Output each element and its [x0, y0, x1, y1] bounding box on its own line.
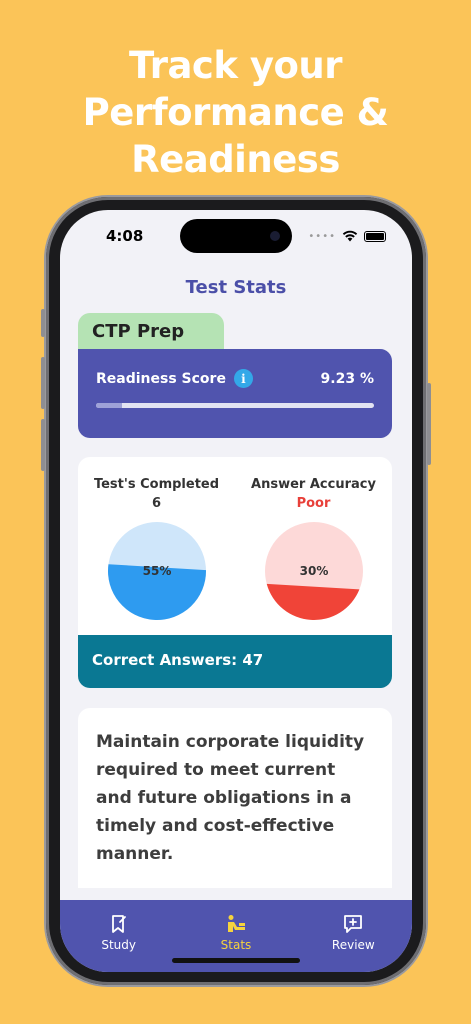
- volume-down-button: [41, 419, 45, 471]
- tab-study-label: Study: [101, 938, 136, 952]
- readiness-card: Readiness Score i 9.23 %: [78, 349, 392, 438]
- tab-study[interactable]: Study: [60, 914, 177, 972]
- tab-review[interactable]: Review: [295, 914, 412, 972]
- accuracy-pie-slice: [266, 583, 360, 620]
- bookmark-icon: [111, 915, 126, 933]
- silent-switch: [41, 309, 45, 337]
- page-title: Test Stats: [185, 277, 287, 298]
- answer-accuracy-section: Answer Accuracy Poor: [235, 477, 392, 511]
- tests-completed-pie: 55%: [107, 522, 206, 621]
- prep-label: CTP Prep: [78, 313, 224, 353]
- readiness-value: 9.23 %: [320, 370, 374, 387]
- readiness-progress-fill: [96, 403, 122, 408]
- stats-person-icon: [227, 915, 245, 932]
- readiness-label-group: Readiness Score i: [96, 369, 253, 388]
- battery-icon: [364, 230, 386, 242]
- tests-completed-value: 6: [151, 496, 162, 511]
- correct-answers-bar: Correct Answers: 47: [78, 635, 392, 688]
- tab-review-label: Review: [331, 938, 375, 952]
- readiness-label: Readiness Score: [96, 370, 226, 387]
- home-indicator: [172, 958, 300, 963]
- description-card: Maintain corporate liquidity required to…: [78, 708, 392, 888]
- status-time: 4:08: [106, 227, 144, 245]
- tests-pie-label: 55%: [143, 564, 172, 578]
- answer-accuracy-rating: Poor: [296, 496, 331, 511]
- wifi-icon: [342, 230, 358, 242]
- headline: Track your Performance & Readiness: [0, 42, 471, 183]
- tests-completed-title: Test's Completed: [93, 477, 220, 492]
- signal-dots-icon: ••••: [308, 230, 336, 242]
- info-icon[interactable]: i: [233, 369, 253, 388]
- headline-line-2: Performance &: [82, 91, 389, 134]
- readiness-progress-bar: [96, 403, 374, 408]
- dynamic-island: [180, 219, 292, 253]
- answer-accuracy-title: Answer Accuracy: [251, 477, 376, 492]
- accuracy-pie-label: 30%: [300, 564, 329, 578]
- volume-up-button: [41, 357, 45, 409]
- stats-card: Test's Completed 6 Answer Accuracy Poor …: [78, 457, 392, 688]
- answer-accuracy-pie: 30%: [265, 522, 363, 620]
- review-icon: [344, 915, 363, 933]
- headline-line-1: Track your: [129, 44, 342, 87]
- tab-stats[interactable]: Stats: [177, 914, 294, 972]
- app-screen: 4:08 •••• Test Stats CTP Prep Readiness …: [60, 210, 412, 972]
- status-icons: ••••: [308, 230, 386, 242]
- headline-line-3: Readiness: [131, 138, 340, 181]
- tests-completed-section: Test's Completed 6: [78, 477, 235, 511]
- tab-stats-label: Stats: [220, 938, 252, 952]
- power-button: [427, 383, 431, 465]
- phone-frame: 4:08 •••• Test Stats CTP Prep Readiness …: [41, 197, 431, 985]
- camera-icon: [270, 231, 280, 241]
